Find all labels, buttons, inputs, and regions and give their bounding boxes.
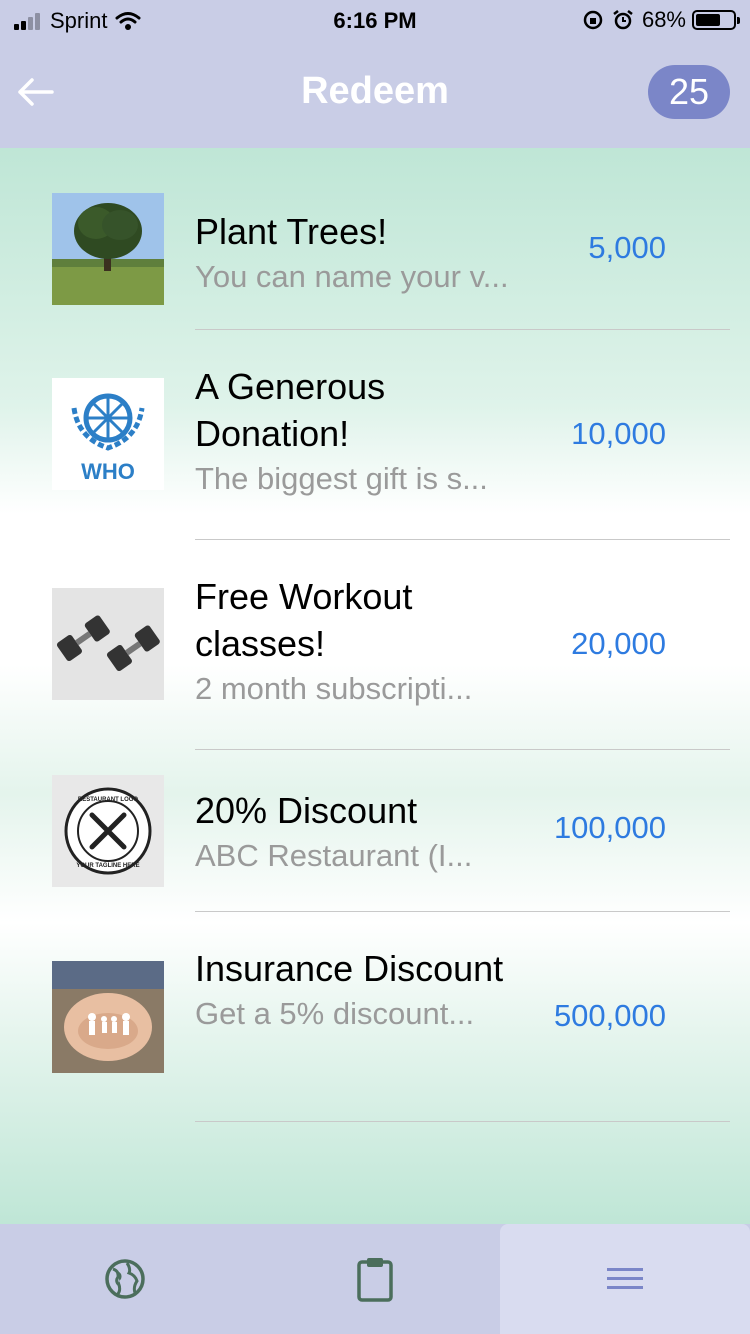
navigation-bar: Redeem 25 — [0, 40, 750, 148]
reward-subtitle: 2 month subscripti... — [195, 671, 473, 706]
reward-points: 5,000 — [588, 230, 666, 265]
clipboard-icon — [357, 1258, 393, 1302]
reward-subtitle: You can name your v... — [195, 259, 509, 294]
tree-image — [52, 193, 164, 305]
tab-bar — [0, 1224, 750, 1334]
row-divider — [195, 1121, 730, 1122]
reward-points: 500,000 — [553, 998, 666, 1033]
who-text: WHO — [81, 459, 135, 484]
orientation-lock-icon — [583, 10, 603, 30]
alarm-icon — [613, 10, 633, 30]
battery-icon — [692, 10, 740, 30]
reward-points: 10,000 — [571, 416, 666, 451]
reward-text: A Generous Donation! The biggest gift is… — [195, 363, 535, 501]
reward-subtitle: Get a 5% discount... — [195, 996, 475, 1031]
logo-bottom-text: YOUR TAGLINE HERE — [76, 863, 139, 869]
tab-menu[interactable] — [500, 1224, 750, 1334]
hands-family-image — [52, 961, 164, 1073]
restaurant-logo-image: RESTAURANT LOGO YOUR TAGLINE HERE — [52, 775, 164, 887]
status-bar: Sprint 6:16 PM 68% — [0, 0, 750, 40]
reward-row[interactable]: Plant Trees! You can name your v... 5,00… — [0, 148, 750, 330]
menu-icon — [607, 1268, 643, 1289]
reward-subtitle: The biggest gift is s... — [195, 461, 488, 496]
points-badge: 25 — [648, 65, 730, 119]
reward-title: Free Workout classes! — [195, 576, 413, 664]
reward-text: Insurance Discount Get a 5% discount... — [195, 945, 535, 1036]
globe-icon — [105, 1259, 145, 1299]
battery-fill — [696, 14, 720, 26]
reward-title: 20% Discount — [195, 790, 418, 831]
reward-title: Insurance Discount — [195, 948, 504, 989]
logo-top-text: RESTAURANT LOGO — [78, 797, 139, 803]
reward-title: A Generous Donation! — [195, 366, 386, 454]
reward-row[interactable]: WHO A Generous Donation! The biggest gif… — [0, 330, 750, 540]
tab-globe[interactable] — [0, 1224, 250, 1334]
reward-points: 20,000 — [571, 626, 666, 661]
rewards-list: Plant Trees! You can name your v... 5,00… — [0, 148, 750, 1224]
reward-row[interactable]: RESTAURANT LOGO YOUR TAGLINE HERE 20% Di… — [0, 750, 750, 912]
status-right: 68% — [582, 7, 740, 33]
battery-percent: 68% — [641, 7, 686, 32]
reward-title: Plant Trees! — [195, 211, 388, 252]
page-title: Redeem — [301, 70, 449, 112]
reward-text: Free Workout classes! 2 month subscripti… — [195, 573, 535, 711]
reward-row[interactable]: Free Workout classes! 2 month subscripti… — [0, 540, 750, 750]
reward-subtitle: ABC Restaurant (I... — [195, 838, 473, 873]
reward-points: 100,000 — [553, 810, 666, 845]
tab-clipboard[interactable] — [250, 1224, 500, 1334]
reward-text: 20% Discount ABC Restaurant (I... — [195, 787, 535, 878]
who-logo-image: WHO — [52, 378, 164, 490]
reward-text: Plant Trees! You can name your v... — [195, 208, 535, 299]
dumbbells-image — [52, 588, 164, 700]
